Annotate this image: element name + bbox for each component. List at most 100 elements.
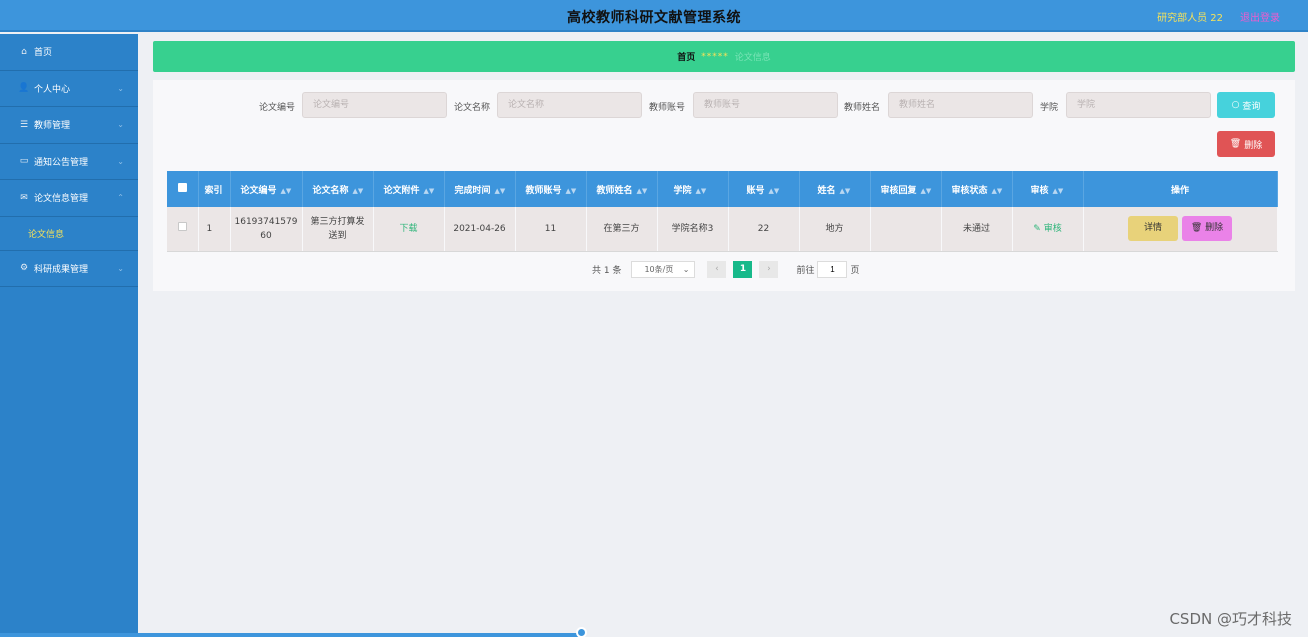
column-header-review-status[interactable]: 审核状态 ▲▼ — [941, 171, 1013, 207]
paper-no-input[interactable] — [302, 92, 447, 118]
cell-complete-date: 2021-04-26 — [444, 207, 516, 252]
paper-title-input[interactable] — [497, 92, 642, 118]
list-icon: ☰ — [19, 119, 29, 130]
prev-page-button[interactable]: ‹ — [707, 260, 727, 278]
total-count: 共 1 条 — [592, 265, 622, 276]
cell-account: 22 — [728, 207, 800, 252]
page-size-select[interactable]: 10条/页 ⌄ — [631, 260, 696, 278]
row-select-cell[interactable] — [167, 207, 199, 252]
teacher-account-input[interactable] — [693, 92, 838, 118]
sidebar-item-label: 科研成果管理 — [34, 264, 89, 275]
next-page-button[interactable]: › — [759, 260, 779, 278]
gear-icon: ⚙ — [19, 263, 29, 274]
chevron-down-icon: ⌄ — [117, 83, 124, 93]
select-all-cell[interactable] — [167, 171, 199, 207]
column-header-attachment[interactable]: 论文附件 ▲▼ — [373, 171, 445, 207]
sort-icon: ▲▼ — [494, 186, 506, 195]
download-link[interactable]: 下载 — [399, 224, 417, 234]
watermark: CSDN @巧才科技 — [1169, 610, 1292, 628]
sort-icon: ▲▼ — [991, 186, 1003, 195]
column-header-name[interactable]: 姓名 ▲▼ — [799, 171, 871, 207]
breadcrumb-separator: ***** — [701, 51, 729, 62]
cell-teacher-name: 在第三方 — [586, 207, 658, 252]
cell-paper-title: 第三方打算发 送到 — [302, 207, 374, 252]
sidebar-item-paper-management[interactable]: ✉ 论文信息管理 ⌃ — [0, 180, 138, 217]
table-header-row: 索引 论文编号 ▲▼ 论文名称 ▲▼ 论文附件 ▲▼ 完成时间 ▲▼ 教师账号 ▲▼ 教师… — [167, 171, 1278, 207]
column-header-paper-no[interactable]: 论文编号 ▲▼ — [230, 171, 303, 207]
progress-handle[interactable] — [576, 627, 587, 637]
chevron-down-icon: ⌄ — [682, 264, 690, 274]
trash-icon: 🗑 — [1190, 223, 1203, 234]
cell-name: 地方 — [799, 207, 871, 252]
review-link[interactable]: ✎ 审核 — [1033, 224, 1061, 234]
search-label-paper-title: 论文名称 — [454, 103, 491, 113]
page-unit-label: 页 — [850, 265, 860, 276]
sort-icon: ▲▼ — [839, 186, 851, 195]
cell-attachment: 下载 — [373, 207, 445, 252]
goto-label: 前往 — [796, 265, 815, 276]
sort-icon: ▲▼ — [695, 186, 707, 195]
sidebar-item-label: 教师管理 — [34, 121, 71, 132]
column-header-review-reply[interactable]: 审核回复 ▲▼ — [870, 171, 942, 207]
sidebar-item-label: 通知公告管理 — [34, 157, 89, 168]
cell-review-status: 未通过 — [941, 207, 1013, 252]
app-title: 高校教师科研文献管理系统 — [567, 10, 741, 26]
row-checkbox[interactable] — [177, 221, 187, 231]
college-input[interactable] — [1066, 92, 1211, 118]
page-number-current[interactable]: 1 — [733, 260, 753, 278]
batch-delete-button[interactable]: 🗑 删除 — [1217, 131, 1275, 157]
detail-button[interactable]: 详情 — [1128, 216, 1178, 242]
column-header-teacher-name[interactable]: 教师姓名 ▲▼ — [586, 171, 658, 207]
column-header-college[interactable]: 学院 ▲▼ — [657, 171, 729, 207]
home-icon: ⌂ — [21, 46, 27, 57]
row-delete-label: 删除 — [1205, 223, 1224, 234]
goto-page-input[interactable] — [817, 260, 848, 278]
row-delete-button[interactable]: 🗑 删除 — [1182, 216, 1232, 242]
select-all-checkbox[interactable] — [178, 183, 187, 192]
chevron-up-icon: ⌃ — [117, 193, 124, 202]
query-button-label: 查询 — [1242, 101, 1261, 112]
sort-icon: ▲▼ — [636, 186, 648, 195]
column-header-account[interactable]: 账号 ▲▼ — [728, 171, 800, 207]
batch-delete-label: 删除 — [1244, 140, 1263, 151]
sidebar-item-notice-management[interactable]: ▭ 通知公告管理 ⌄ — [0, 144, 138, 180]
column-header-index: 索引 — [198, 171, 231, 207]
chevron-down-icon: ⌄ — [117, 120, 124, 129]
search-label-teacher-account: 教师账号 — [649, 103, 686, 113]
current-user: 研究部人员 22 — [1157, 13, 1223, 24]
column-header-teacher-account[interactable]: 教师账号 ▲▼ — [515, 171, 587, 207]
cell-teacher-account: 11 — [515, 207, 587, 252]
cell-review-reply — [870, 207, 942, 252]
search-icon: ○ — [1231, 100, 1240, 110]
sidebar-item-home[interactable]: ⌂ 首页 — [0, 34, 138, 71]
sort-icon: ▲▼ — [768, 186, 780, 195]
pagination: 共 1 条 10条/页 ⌄ ‹ 1 › 前往 页 — [592, 260, 859, 278]
sidebar-item-label: 首页 — [34, 48, 53, 59]
logout-link[interactable]: 退出登录 — [1240, 9, 1280, 24]
query-button[interactable]: ○ 查询 — [1217, 92, 1275, 118]
table-row: 1 16193741579 60 第三方打算发 送到 下载 2021-04-26 1… — [167, 207, 1278, 252]
column-header-complete-date[interactable]: 完成时间 ▲▼ — [444, 171, 516, 207]
sort-icon: ▲▼ — [565, 186, 577, 195]
edit-icon: ✎ — [1033, 223, 1041, 234]
sort-icon: ▲▼ — [920, 186, 932, 195]
sidebar-item-personal-center[interactable]: 👤 个人中心 ⌄ — [0, 71, 138, 107]
chevron-down-icon: ⌄ — [117, 156, 124, 166]
cell-actions: 详情 🗑 删除 — [1083, 207, 1278, 252]
mail-icon: ✉ — [20, 192, 28, 203]
column-header-paper-title[interactable]: 论文名称 ▲▼ — [302, 171, 374, 207]
column-header-review[interactable]: 审核 ▲▼ — [1012, 171, 1084, 207]
breadcrumb-home[interactable]: 首页 — [677, 50, 695, 63]
paper-table: 索引 论文编号 ▲▼ 论文名称 ▲▼ 论文附件 ▲▼ 完成时间 ▲▼ 教师账号 ▲▼ 教师… — [167, 171, 1278, 252]
search-label-teacher-name: 教师姓名 — [844, 103, 881, 113]
teacher-name-input[interactable] — [888, 92, 1033, 118]
sidebar-item-teacher-management[interactable]: ☰ 教师管理 ⌄ — [0, 107, 138, 144]
detail-label: 详情 — [1143, 223, 1162, 234]
chevron-right-icon: › — [767, 264, 771, 274]
sidebar-item-research-management[interactable]: ⚙ 科研成果管理 ⌄ — [0, 251, 138, 287]
breadcrumb-current: 论文信息 — [734, 53, 771, 63]
sidebar-subitem-paper-info[interactable]: 论文信息 — [0, 217, 138, 251]
chevron-left-icon: ‹ — [715, 264, 719, 274]
message-icon: ▭ — [19, 156, 29, 167]
cell-index: 1 — [198, 207, 231, 252]
